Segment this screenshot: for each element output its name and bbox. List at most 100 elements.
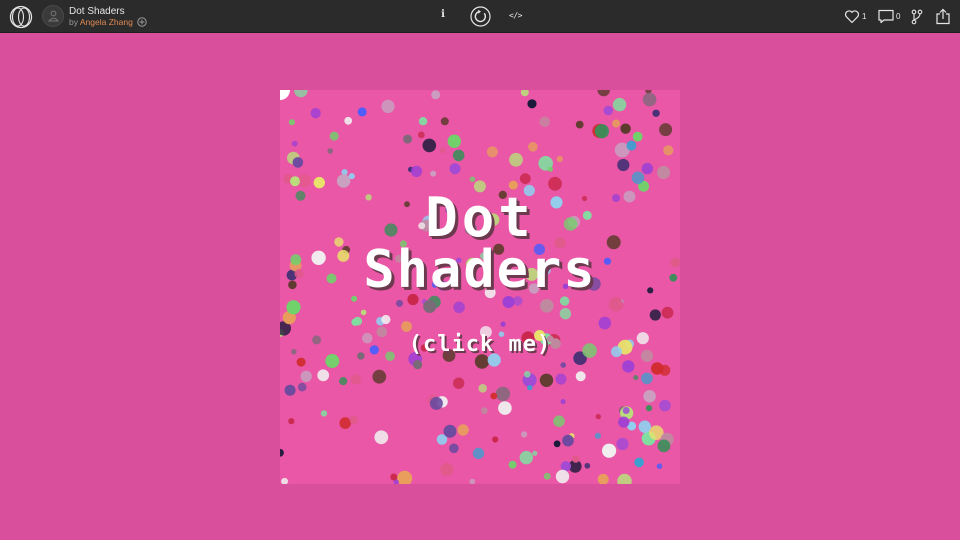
confetti-dot	[469, 176, 476, 183]
project-title: Dot Shaders	[69, 6, 125, 17]
view-code-button[interactable]: </>	[509, 11, 522, 20]
confetti-dot	[288, 418, 295, 425]
confetti-dot	[429, 396, 443, 410]
confetti-dot	[657, 165, 671, 180]
fork-icon[interactable]	[911, 9, 923, 25]
confetti-dot	[603, 105, 613, 116]
confetti-dot	[548, 166, 553, 172]
byline-prefix: by	[69, 17, 78, 27]
confetti-dot	[656, 463, 663, 470]
share-icon[interactable]	[935, 8, 951, 25]
confetti-dot	[559, 308, 572, 320]
confetti-dot	[374, 430, 389, 445]
comments-button[interactable]: 0	[878, 9, 904, 25]
confetti-dot	[500, 321, 506, 327]
confetti-dot	[594, 432, 601, 439]
confetti-dot	[381, 99, 395, 113]
confetti-dot	[327, 148, 333, 154]
confetti-dot	[310, 108, 321, 119]
follow-plus-icon[interactable]	[137, 17, 147, 27]
confetti-dot	[597, 90, 610, 97]
confetti-dot	[349, 415, 358, 425]
confetti-dot	[539, 373, 554, 387]
confetti-dot	[618, 416, 630, 428]
confetti-dot	[439, 147, 446, 154]
confetti-dot	[397, 470, 413, 484]
confetti-dot	[626, 140, 637, 151]
confetti-dot	[598, 316, 612, 330]
confetti-dot	[292, 157, 304, 168]
headline-line-2: Shaders	[363, 240, 597, 300]
confetti-dot	[495, 386, 511, 402]
confetti-dot	[555, 373, 567, 385]
confetti-dot	[401, 321, 412, 332]
confetti-dot	[449, 163, 461, 175]
top-bar: Dot Shaders by Angela Zhang i </> 1 0	[0, 0, 960, 33]
confetti-dot	[410, 165, 423, 177]
confetti-dot	[350, 374, 361, 385]
confetti-dot	[562, 434, 574, 447]
confetti-dot	[539, 116, 550, 128]
confetti-dot	[288, 119, 295, 126]
confetti-dot	[423, 300, 437, 313]
sketch-canvas[interactable]: Dot Shaders (click me)	[280, 90, 680, 484]
confetti-dot	[652, 109, 660, 117]
confetti-dot	[390, 473, 398, 481]
confetti-dot	[631, 171, 645, 185]
confetti-dot	[659, 123, 673, 137]
confetti-dot	[560, 399, 566, 405]
confetti-dot	[543, 472, 551, 480]
confetti-dot	[453, 377, 465, 389]
confetti-dot	[372, 369, 387, 384]
confetti-dot	[641, 162, 653, 175]
confetti-dot	[594, 124, 609, 139]
confetti-dot	[595, 413, 601, 420]
confetti-dot	[641, 372, 653, 385]
confetti-dot	[344, 116, 353, 125]
author-link[interactable]: Angela Zhang	[80, 17, 133, 27]
user-icon	[48, 10, 59, 22]
confetti-dot	[418, 117, 428, 126]
confetti-dot	[620, 123, 631, 134]
confetti-dot	[540, 299, 554, 313]
confetti-dot	[353, 316, 363, 326]
confetti-dot	[657, 439, 671, 453]
confetti-dot	[381, 314, 391, 325]
app-logo-icon[interactable]	[9, 5, 33, 29]
confetti-dot	[663, 145, 674, 156]
confetti-dot	[622, 360, 635, 373]
author-avatar[interactable]	[42, 5, 64, 27]
confetti-dot	[560, 362, 566, 368]
byline: by Angela Zhang	[69, 17, 147, 27]
confetti-dot	[457, 424, 469, 436]
confetti-dot	[452, 149, 465, 162]
confetti-dot	[556, 155, 563, 163]
like-count: 1	[862, 12, 867, 21]
confetti-dot	[509, 152, 523, 167]
confetti-dot	[584, 462, 591, 469]
confetti-dot	[492, 436, 499, 443]
confetti-dot	[447, 134, 461, 148]
confetti-dot	[532, 450, 538, 456]
confetti-dot	[490, 392, 498, 400]
confetti-dot	[396, 299, 403, 307]
info-button[interactable]: i	[438, 9, 448, 23]
click-me-prompt[interactable]: (click me)	[280, 332, 680, 357]
confetti-dot	[300, 370, 312, 382]
confetti-dot	[622, 407, 630, 414]
confetti-dot	[597, 473, 609, 484]
confetti-dot	[339, 377, 348, 386]
confetti-dot	[403, 134, 413, 144]
confetti-dot	[575, 371, 586, 382]
confetti-dot	[634, 457, 644, 468]
confetti-dot	[320, 410, 328, 417]
restart-icon[interactable]	[470, 6, 491, 27]
comment-icon	[878, 9, 894, 24]
confetti-dot	[498, 401, 512, 415]
confetti-dot	[642, 92, 657, 107]
like-button[interactable]: 1	[844, 9, 868, 25]
confetti-dot	[645, 405, 653, 412]
confetti-dot	[632, 131, 643, 142]
confetti-dot	[575, 120, 584, 129]
confetti-dot	[297, 382, 307, 392]
